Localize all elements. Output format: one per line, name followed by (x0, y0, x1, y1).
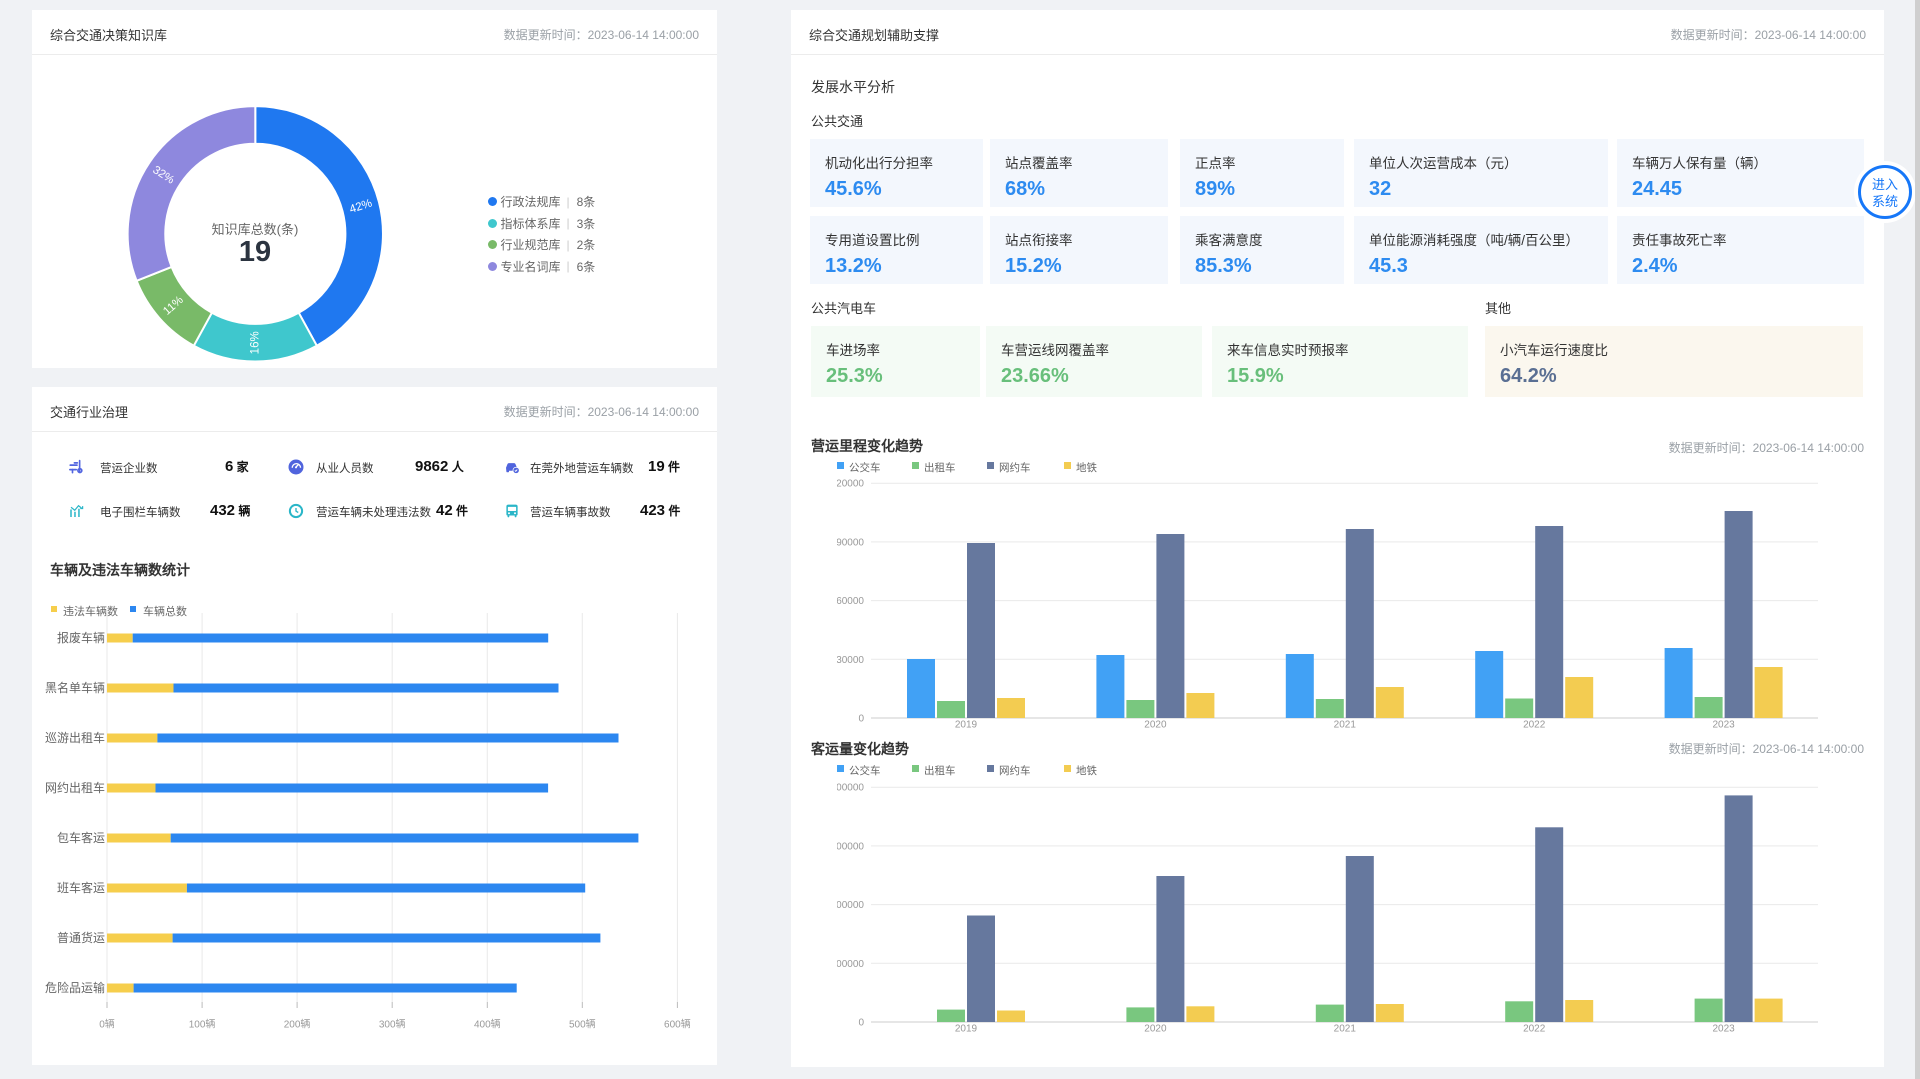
svg-text:60000: 60000 (836, 596, 864, 607)
svg-text:120000: 120000 (831, 479, 865, 490)
svg-text:2021: 2021 (1334, 720, 1357, 731)
svg-text:0: 0 (858, 1018, 864, 1029)
svg-text:300000: 300000 (831, 841, 865, 852)
svg-text:0: 0 (858, 714, 864, 725)
svg-text:16%: 16% (249, 331, 261, 354)
svg-text:2019: 2019 (955, 720, 978, 731)
svg-text:400000: 400000 (831, 783, 865, 794)
svg-text:危险品运输: 危险品运输 (45, 980, 105, 995)
svg-text:2021: 2021 (1334, 1024, 1357, 1035)
svg-text:600辆: 600辆 (664, 1018, 691, 1031)
svg-text:黑名单车辆: 黑名单车辆 (45, 680, 105, 695)
svg-text:500辆: 500辆 (569, 1018, 596, 1031)
svg-text:90000: 90000 (836, 537, 864, 548)
svg-text:300辆: 300辆 (379, 1018, 406, 1031)
svg-text:2019: 2019 (955, 1024, 978, 1035)
svg-text:100辆: 100辆 (189, 1018, 216, 1031)
svg-text:2023: 2023 (1712, 720, 1735, 731)
svg-text:包车客运: 包车客运 (57, 830, 105, 845)
svg-text:0辆: 0辆 (99, 1018, 115, 1031)
svg-text:普通货运: 普通货运 (57, 930, 105, 945)
svg-text:2023: 2023 (1712, 1024, 1735, 1035)
svg-text:网约出租车: 网约出租车 (45, 780, 105, 795)
svg-text:巡游出租车: 巡游出租车 (45, 730, 105, 745)
svg-text:2020: 2020 (1144, 1024, 1167, 1035)
svg-text:2022: 2022 (1523, 720, 1546, 731)
svg-text:100000: 100000 (831, 959, 865, 970)
svg-text:2020: 2020 (1144, 720, 1167, 731)
svg-text:200辆: 200辆 (284, 1018, 311, 1031)
svg-text:400辆: 400辆 (474, 1018, 501, 1031)
svg-text:30000: 30000 (836, 655, 864, 666)
svg-text:报废车辆: 报废车辆 (57, 630, 105, 645)
svg-text:200000: 200000 (831, 900, 865, 911)
svg-text:2022: 2022 (1523, 1024, 1546, 1035)
svg-text:班车客运: 班车客运 (57, 880, 105, 895)
